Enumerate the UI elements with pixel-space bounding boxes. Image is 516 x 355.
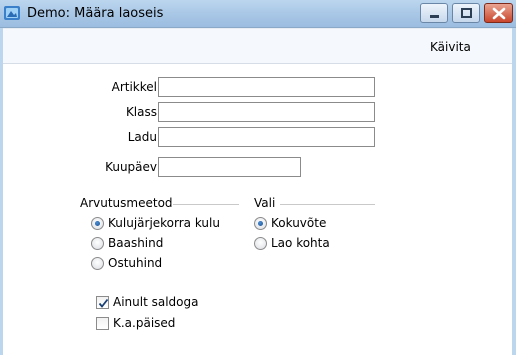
kuupaev-label: Kuupäev	[105, 160, 157, 174]
window-title: Demo: Määra laoseis	[27, 6, 164, 21]
radio-lao-kohta[interactable]: Lao kohta	[254, 236, 330, 250]
klass-label: Klass	[125, 105, 157, 119]
app-icon	[3, 4, 21, 22]
checkbox-ainult-saldoga[interactable]: Ainult saldoga	[96, 295, 198, 309]
choose-title: Vali	[254, 196, 276, 210]
checkbox-ka-paised[interactable]: K.a.päised	[96, 316, 175, 330]
artikkel-label: Artikkel	[111, 80, 157, 94]
form-area: Artikkel Klass Ladu Kuupäev Arvutusmeeto…	[3, 65, 512, 355]
close-button[interactable]	[484, 3, 513, 23]
toolbar: Käivita	[0, 28, 516, 64]
radio-baashind[interactable]: Baashind	[91, 236, 163, 250]
radio-kokuvote[interactable]: Kokuvõte	[254, 216, 326, 230]
calc-method-divider	[173, 204, 239, 205]
choose-divider	[280, 204, 375, 205]
maximize-button[interactable]	[452, 3, 480, 23]
radio-label: Lao kohta	[271, 236, 330, 250]
window-border-right	[512, 28, 516, 355]
minimize-button[interactable]	[420, 3, 448, 23]
radio-unselected-icon[interactable]	[254, 236, 267, 250]
radio-label: Baashind	[108, 236, 164, 250]
minimize-icon	[430, 15, 439, 18]
checkbox-label: K.a.päised	[113, 316, 176, 330]
checkbox-label: Ainult saldoga	[113, 295, 199, 309]
kuupaev-input[interactable]	[158, 157, 301, 177]
radio-label: Kokuvõte	[271, 216, 327, 230]
radio-selected-icon[interactable]	[254, 216, 267, 230]
radio-ostuhind[interactable]: Ostuhind	[91, 256, 162, 270]
radio-selected-icon[interactable]	[91, 216, 104, 230]
radio-unselected-icon[interactable]	[91, 256, 104, 270]
radio-label: Kulujärjekorra kulu	[108, 216, 220, 230]
run-button[interactable]: Käivita	[430, 40, 471, 54]
radio-kulujarjekorra[interactable]: Kulujärjekorra kulu	[91, 216, 220, 230]
radio-label: Ostuhind	[108, 256, 163, 270]
artikkel-input[interactable]	[158, 77, 375, 97]
ladu-input[interactable]	[158, 127, 375, 147]
checkbox-checked-icon[interactable]	[96, 295, 109, 309]
close-icon	[492, 7, 506, 20]
klass-input[interactable]	[158, 102, 375, 122]
ladu-label: Ladu	[127, 130, 157, 144]
calc-method-title: Arvutusmeetod	[80, 196, 173, 210]
checkbox-unchecked-icon[interactable]	[96, 316, 109, 330]
radio-unselected-icon[interactable]	[91, 236, 104, 250]
title-bar[interactable]: Demo: Määra laoseis	[0, 0, 516, 28]
maximize-icon	[461, 8, 472, 18]
